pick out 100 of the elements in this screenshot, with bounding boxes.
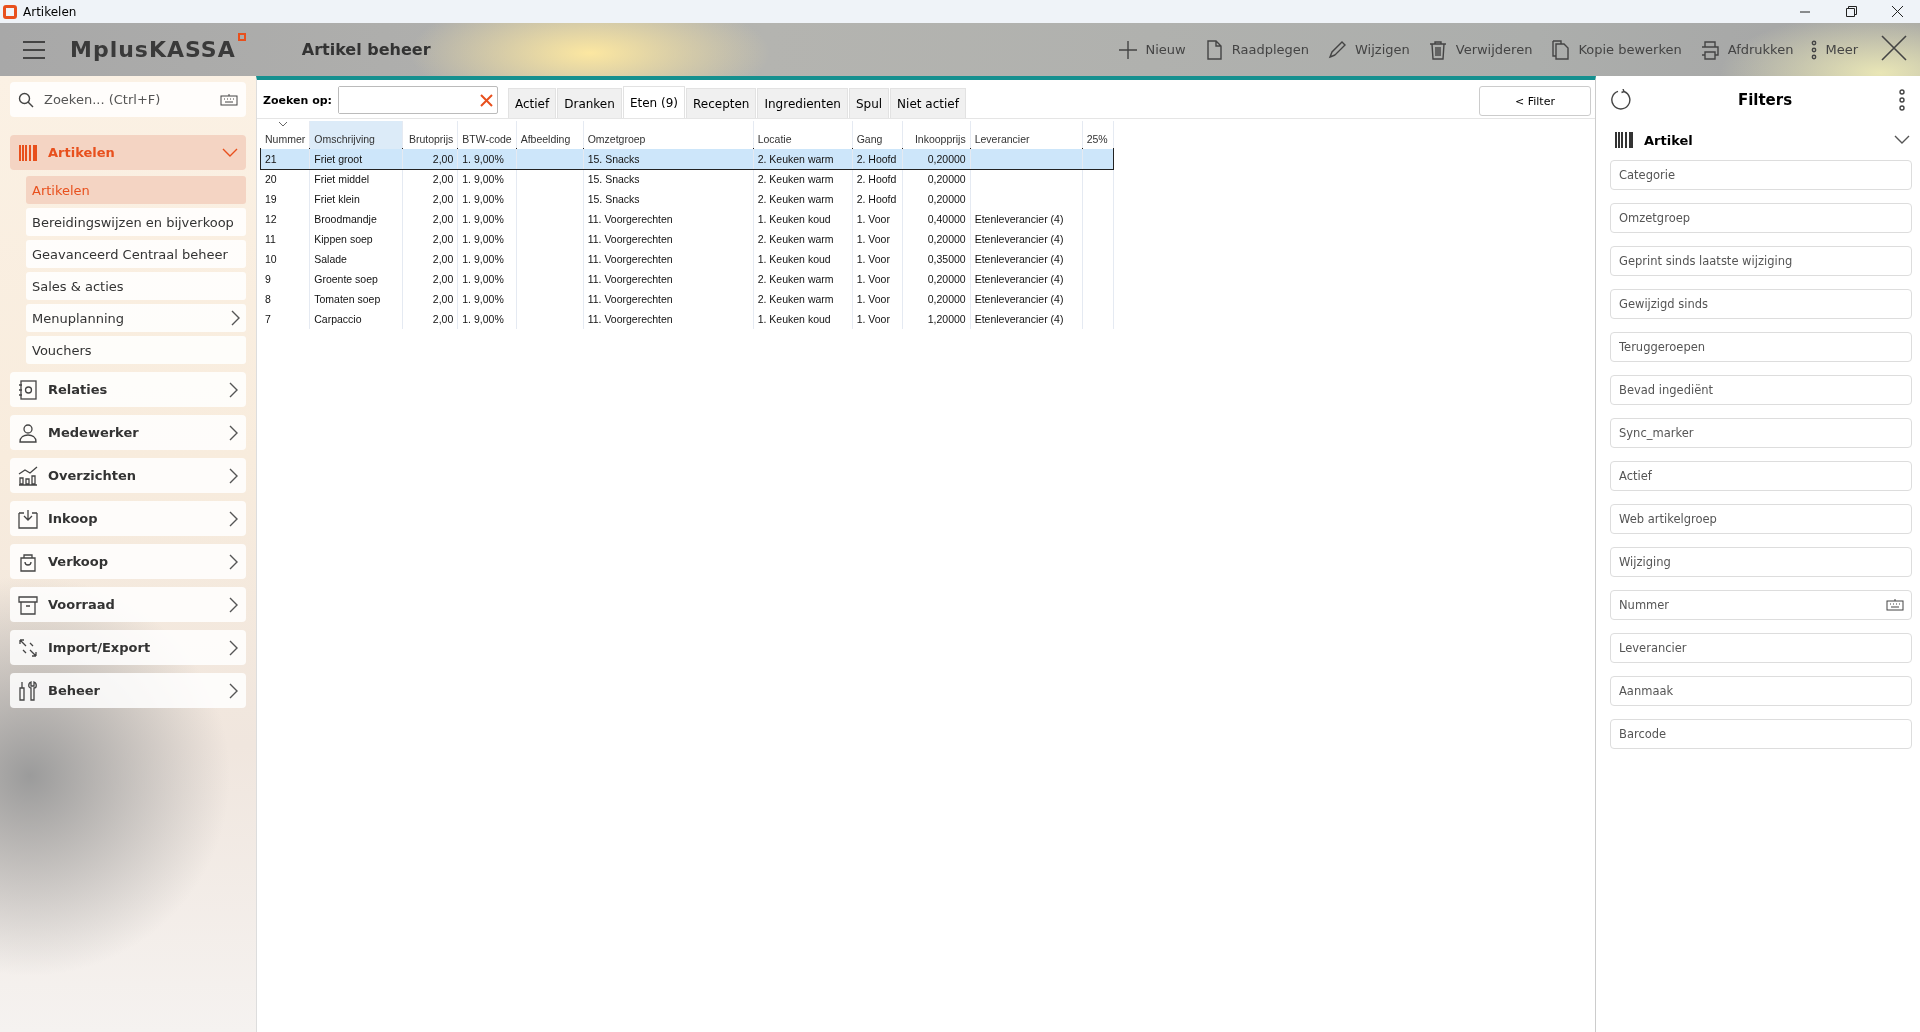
more-icon[interactable] bbox=[1898, 89, 1906, 111]
toolbar-button[interactable]: Raadplegen bbox=[1201, 35, 1312, 64]
table-cell: Carpaccio bbox=[309, 309, 403, 329]
copy-icon bbox=[1550, 39, 1571, 60]
toolbar-button[interactable]: Nieuw bbox=[1115, 35, 1188, 64]
close-icon bbox=[1891, 6, 1903, 17]
toolbar-button[interactable]: Afdrukken bbox=[1697, 35, 1796, 64]
restore-icon bbox=[1845, 6, 1857, 17]
tab[interactable]: Niet actief bbox=[890, 88, 966, 118]
search-label: Zoeken op: bbox=[263, 94, 332, 107]
column-header[interactable]: Inkoopprijs bbox=[902, 121, 971, 149]
column-header[interactable]: Leverancier bbox=[970, 121, 1083, 149]
table-cell: 1,20000 bbox=[902, 309, 971, 329]
keyboard-icon bbox=[1886, 599, 1904, 611]
filter-field[interactable]: Geprint sinds laatste wijziging bbox=[1610, 246, 1912, 276]
table-cell: 2,00 bbox=[402, 309, 458, 329]
table-cell: 11. Voorgerechten bbox=[583, 309, 754, 329]
nav-item[interactable]: Overzichten bbox=[10, 458, 246, 493]
nav-item[interactable]: Inkoop bbox=[10, 501, 246, 536]
filter-field[interactable]: Leverancier bbox=[1610, 633, 1912, 663]
column-header[interactable]: Locatie bbox=[753, 121, 853, 149]
nav-subitem[interactable]: Vouchers bbox=[26, 336, 246, 364]
nav-item[interactable]: Import/Export bbox=[10, 630, 246, 665]
filter-field[interactable]: Omzetgroep bbox=[1610, 203, 1912, 233]
chevron-right-icon bbox=[229, 510, 238, 527]
table-cell: Etenleverancier (4) bbox=[970, 309, 1083, 329]
column-header[interactable]: 25% bbox=[1082, 121, 1114, 149]
filter-field[interactable]: Actief bbox=[1610, 461, 1912, 491]
tab[interactable]: Spul bbox=[848, 88, 890, 118]
table-cell: 0,20000 bbox=[902, 149, 971, 169]
toolbar-button[interactable]: Kopie bewerken bbox=[1548, 35, 1684, 64]
nav-item[interactable]: Verkoop bbox=[10, 544, 246, 579]
filter-field[interactable]: Barcode bbox=[1610, 719, 1912, 749]
search-box[interactable]: Zoeken... (Ctrl+F) bbox=[10, 82, 246, 117]
more-icon bbox=[1811, 39, 1818, 60]
refresh-icon[interactable] bbox=[1610, 89, 1632, 111]
nav-item[interactable]: Medewerker bbox=[10, 415, 246, 450]
trash-icon bbox=[1427, 39, 1448, 60]
column-header[interactable]: Omzetgroep bbox=[583, 121, 754, 149]
column-header[interactable]: Brutoprijs bbox=[402, 121, 458, 149]
search-field[interactable]: Zoeken... (Ctrl+F) bbox=[42, 91, 212, 108]
filter-field[interactable]: Nummer bbox=[1610, 590, 1912, 620]
nav-item[interactable]: Beheer bbox=[10, 673, 246, 708]
chevron-right-icon bbox=[229, 596, 238, 613]
toolbar-button[interactable]: Meer bbox=[1809, 35, 1860, 64]
column-header[interactable]: BTW-code bbox=[457, 121, 517, 149]
toolbar-button[interactable]: Wijzigen bbox=[1325, 35, 1412, 64]
clear-icon bbox=[479, 93, 493, 107]
column-header[interactable]: Gang bbox=[852, 121, 903, 149]
table-cell: 2. Keuken warm bbox=[753, 149, 853, 169]
table-cell: Friet groot bbox=[309, 149, 403, 169]
nav-item[interactable]: Voorraad bbox=[10, 587, 246, 622]
keyboard-icon bbox=[220, 93, 238, 106]
filter-field[interactable]: Wijziging bbox=[1610, 547, 1912, 577]
app-icon bbox=[3, 4, 17, 19]
column-header[interactable]: Afbeelding bbox=[516, 121, 584, 149]
chevron-down-icon bbox=[1894, 135, 1910, 145]
filter-field[interactable]: Bevad ingediënt bbox=[1610, 375, 1912, 405]
window-title: Artikelen bbox=[23, 4, 78, 19]
chart-icon bbox=[18, 465, 38, 486]
column-header[interactable]: Nummer bbox=[261, 121, 310, 149]
printer-icon bbox=[1699, 39, 1720, 60]
pencil-icon bbox=[1327, 39, 1348, 60]
toolbar-button[interactable]: Verwijderen bbox=[1425, 35, 1535, 64]
tab[interactable]: Recepten bbox=[685, 88, 757, 118]
filter-button[interactable]: < Filter bbox=[1479, 86, 1591, 116]
nav-item[interactable]: Relaties bbox=[10, 372, 246, 407]
filter-field[interactable]: Aanmaak bbox=[1610, 676, 1912, 706]
tab[interactable]: Dranken bbox=[557, 88, 622, 118]
chevron-right-icon bbox=[229, 553, 238, 570]
address-book-icon bbox=[18, 379, 38, 400]
nav-subitem[interactable]: Sales & acties bbox=[26, 272, 246, 300]
nav-subitem[interactable]: Bereidingswijzen en bijverkoop bbox=[26, 208, 246, 236]
column-header[interactable]: Omschrijving bbox=[309, 121, 403, 149]
chevron-right-icon bbox=[229, 682, 238, 699]
table-cell: 21 bbox=[261, 149, 310, 169]
nav-subitem[interactable]: Menuplanning bbox=[26, 304, 246, 332]
tab[interactable]: Eten (9) bbox=[622, 86, 685, 118]
table-cell: 7 bbox=[261, 309, 310, 329]
filter-field[interactable]: Categorie bbox=[1610, 160, 1912, 190]
filter-field[interactable]: Gewijzigd sinds bbox=[1610, 289, 1912, 319]
nav-subitem[interactable]: Geavanceerd Centraal beheer bbox=[26, 240, 246, 268]
tab[interactable]: Actief bbox=[507, 88, 557, 118]
tab[interactable]: Ingredienten bbox=[757, 88, 848, 118]
filter-field[interactable]: Web artikelgroep bbox=[1610, 504, 1912, 534]
search-icon bbox=[18, 91, 34, 108]
table-cell: 2. Hoofd bbox=[852, 149, 903, 169]
barcode-icon bbox=[1614, 130, 1634, 150]
table-cell: 1. 9,00% bbox=[457, 309, 517, 329]
chevron-down-icon bbox=[222, 147, 238, 158]
chevron-right-icon bbox=[229, 381, 238, 398]
inbox-download-icon bbox=[18, 508, 38, 529]
tools-icon bbox=[18, 680, 38, 701]
close-icon bbox=[1881, 35, 1907, 61]
filter-field[interactable]: Teruggeroepen bbox=[1610, 332, 1912, 362]
filter-field[interactable]: Sync_marker bbox=[1610, 418, 1912, 448]
chevron-right-icon bbox=[229, 639, 238, 656]
table-cell: 1. 9,00% bbox=[457, 149, 517, 169]
arrows-icon bbox=[18, 637, 38, 658]
filter-section[interactable]: Artikel bbox=[1610, 120, 1920, 160]
